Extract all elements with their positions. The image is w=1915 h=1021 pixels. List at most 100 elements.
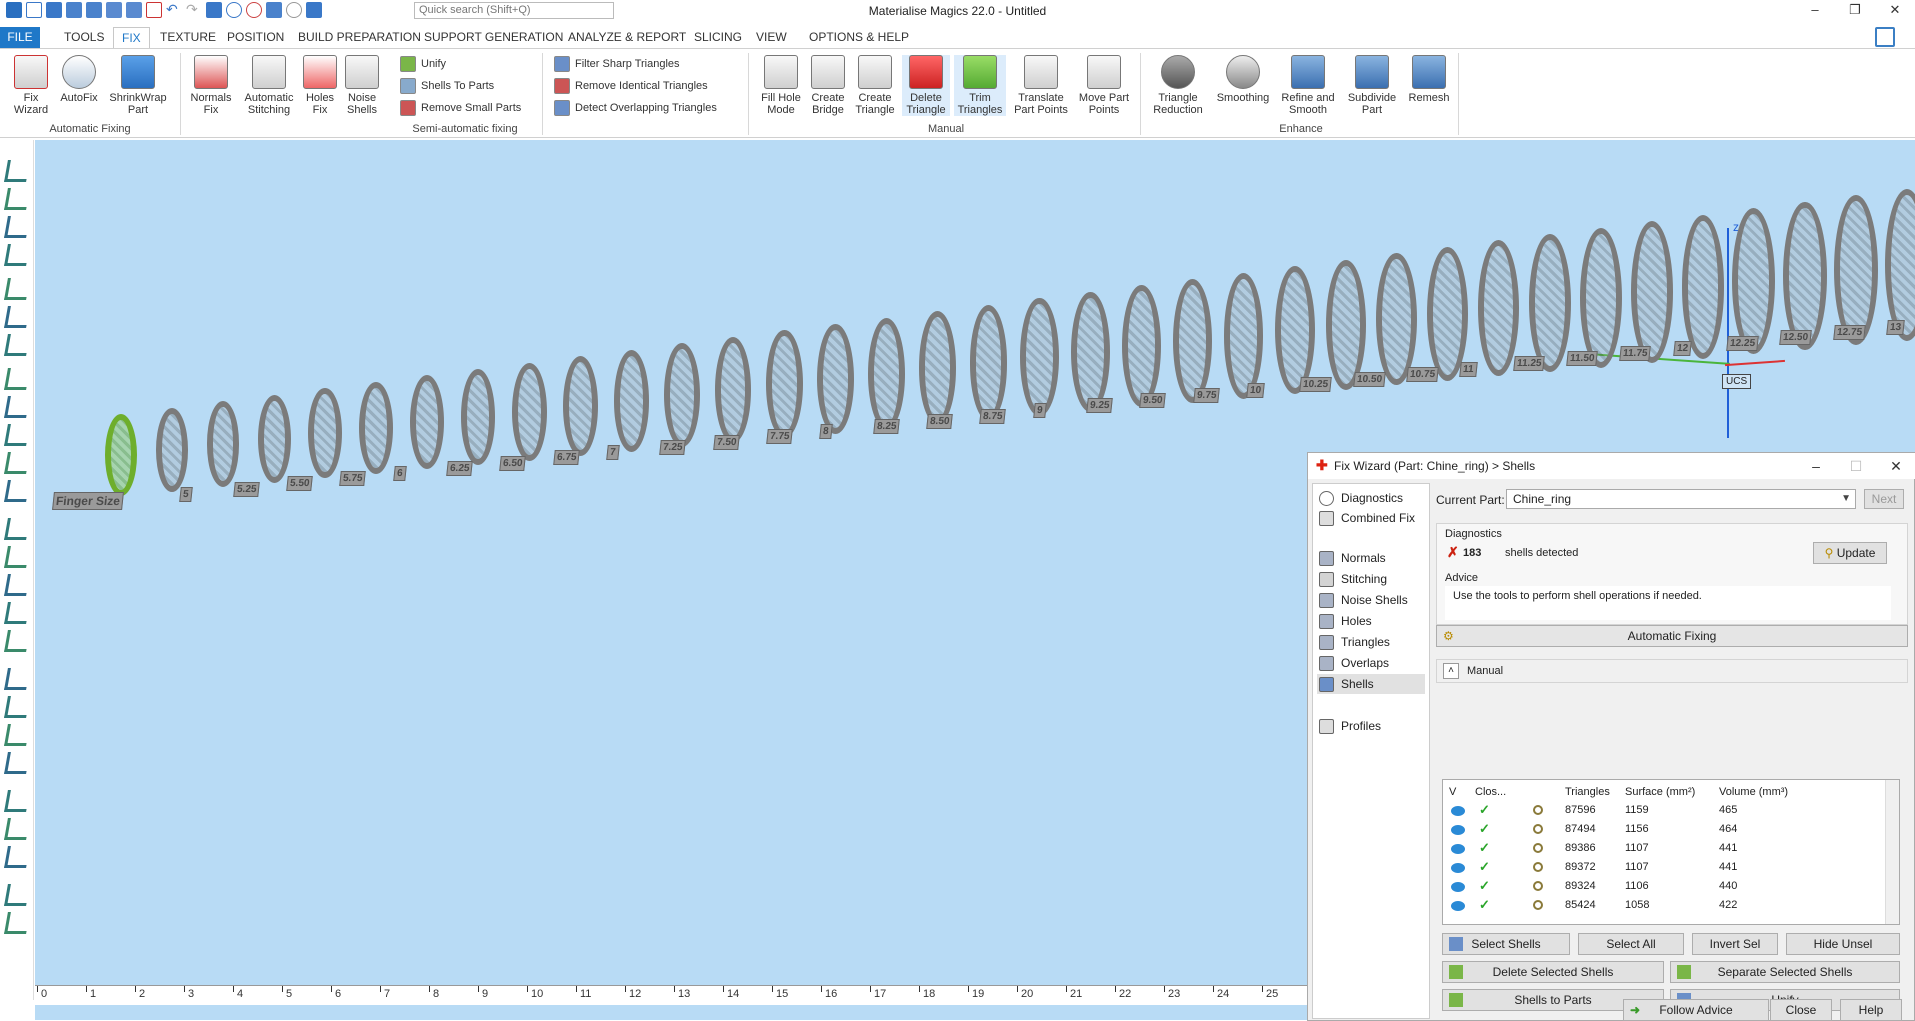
left-tool-icon[interactable]: [4, 724, 30, 746]
ring-part[interactable]: [1579, 227, 1622, 368]
table-scrollbar[interactable]: [1885, 780, 1899, 924]
left-tool-icon[interactable]: [4, 884, 30, 906]
ring-part[interactable]: [1885, 189, 1915, 341]
view-icon[interactable]: [306, 2, 322, 18]
ring-part[interactable]: [1681, 214, 1725, 359]
ring-part[interactable]: [155, 407, 189, 492]
nav-profiles[interactable]: Profiles: [1317, 716, 1425, 736]
ring-part[interactable]: [766, 330, 803, 439]
left-tool-icon[interactable]: [4, 546, 30, 568]
col-visible-header[interactable]: V: [1449, 786, 1456, 798]
tab-fix[interactable]: FIX: [113, 27, 150, 48]
quick-search-input[interactable]: Quick search (Shift+Q): [414, 2, 614, 19]
minimize-button[interactable]: –: [1795, 0, 1835, 20]
tab-build-preparation[interactable]: BUILD PREPARATION: [290, 27, 429, 48]
left-tool-icon[interactable]: [4, 424, 30, 446]
left-tool-icon[interactable]: [4, 602, 30, 624]
nav-noise-shells[interactable]: Noise Shells: [1317, 590, 1425, 610]
left-tool-icon[interactable]: [4, 668, 30, 690]
nav-diagnostics[interactable]: Diagnostics: [1317, 488, 1425, 508]
left-tool-icon[interactable]: [4, 752, 30, 774]
delete-triangle-button[interactable]: Delete Triangle: [902, 55, 950, 116]
select-mode-icon[interactable]: [206, 2, 222, 18]
ring-part[interactable]: [257, 394, 291, 483]
ring-part[interactable]: [410, 375, 445, 470]
left-tool-icon[interactable]: [4, 396, 30, 418]
zoom-to-shell-icon[interactable]: [1533, 900, 1543, 910]
ring-part[interactable]: [1325, 259, 1366, 390]
update-button[interactable]: ⚲ Update: [1813, 542, 1887, 564]
separate-selected-shells-button[interactable]: Separate Selected Shells: [1670, 961, 1900, 983]
delete-selected-shells-button[interactable]: Delete Selected Shells: [1442, 961, 1664, 983]
ring-part[interactable]: [817, 324, 854, 434]
filter-sharp-triangles-button[interactable]: Filter Sharp Triangles: [554, 55, 680, 73]
left-tool-icon[interactable]: [4, 368, 30, 390]
nav-overlaps[interactable]: Overlaps: [1317, 653, 1425, 673]
dialog-minimize-button[interactable]: –: [1796, 453, 1836, 479]
restore-button[interactable]: ❐: [1835, 0, 1875, 20]
ring-part[interactable]: [511, 362, 547, 461]
eye-icon[interactable]: [1451, 806, 1465, 816]
ring-part[interactable]: [1478, 240, 1520, 377]
ring-part[interactable]: [1630, 221, 1673, 364]
create-bridge-button[interactable]: Create Bridge: [806, 55, 850, 116]
eye-icon[interactable]: [1451, 863, 1465, 873]
import-part-icon[interactable]: [106, 2, 122, 18]
undo-icon[interactable]: ↶: [166, 2, 182, 18]
ring-part[interactable]: [613, 349, 649, 452]
left-tool-icon[interactable]: [4, 846, 30, 868]
ring-part[interactable]: [1020, 298, 1059, 417]
tab-support-generation[interactable]: SUPPORT GENERATION: [416, 27, 571, 48]
ring-part[interactable]: [1274, 266, 1315, 395]
ring-part[interactable]: [562, 356, 598, 457]
unify-small-button[interactable]: Unify: [400, 55, 446, 73]
ring-part[interactable]: [918, 311, 957, 426]
tab-position[interactable]: POSITION: [219, 27, 292, 48]
left-tool-icon[interactable]: [4, 244, 30, 266]
triangle-reduction-button[interactable]: Triangle Reduction: [1148, 55, 1208, 116]
ring-part[interactable]: [1173, 279, 1213, 403]
fill-hole-mode-button[interactable]: Fill Hole Mode: [756, 55, 806, 116]
left-tool-icon[interactable]: [4, 334, 30, 356]
ring-part[interactable]: [1122, 285, 1161, 408]
select-shells-button[interactable]: Select Shells: [1442, 933, 1570, 955]
ring-part-selected[interactable]: [105, 414, 137, 496]
col-closed-header[interactable]: Clos...: [1475, 786, 1506, 798]
follow-advice-button[interactable]: ➜ Follow Advice: [1623, 999, 1769, 1021]
layout-icon[interactable]: [1875, 27, 1895, 47]
left-tool-icon[interactable]: [4, 480, 30, 502]
nav-holes[interactable]: Holes: [1317, 611, 1425, 631]
left-tool-icon[interactable]: [4, 518, 30, 540]
nav-stitching[interactable]: Stitching: [1317, 569, 1425, 589]
save-part-icon[interactable]: [126, 2, 142, 18]
tab-view[interactable]: VIEW: [748, 27, 795, 48]
ring-part[interactable]: [1732, 208, 1776, 355]
col-surface-header[interactable]: Surface (mm²): [1625, 786, 1695, 798]
zoom-to-shell-icon[interactable]: [1533, 805, 1543, 815]
nav-triangles[interactable]: Triangles: [1317, 632, 1425, 652]
subdivide-part-button[interactable]: Subdivide Part: [1342, 55, 1402, 116]
zoom-to-shell-icon[interactable]: [1533, 824, 1543, 834]
nav-shells[interactable]: Shells: [1317, 674, 1425, 694]
ring-part[interactable]: [1071, 291, 1110, 412]
detect-overlapping-triangles-button[interactable]: Detect Overlapping Triangles: [554, 99, 717, 117]
left-tool-icon[interactable]: [4, 818, 30, 840]
new-file-icon[interactable]: [26, 2, 42, 18]
invert-sel-button[interactable]: Invert Sel: [1692, 933, 1778, 955]
current-part-select[interactable]: Chine_ring ▼: [1506, 489, 1856, 509]
left-tool-icon[interactable]: [4, 188, 30, 210]
next-button[interactable]: Next: [1864, 489, 1904, 509]
zoom-icon[interactable]: [226, 2, 242, 18]
remove-small-parts-button[interactable]: Remove Small Parts: [400, 99, 521, 117]
nav-combined-fix[interactable]: Combined Fix: [1317, 508, 1425, 528]
left-tool-icon[interactable]: [4, 306, 30, 328]
tab-analyze-report[interactable]: ANALYZE & REPORT: [560, 27, 694, 48]
fix-wizard-button[interactable]: Fix Wizard: [8, 55, 54, 116]
select-all-button[interactable]: Select All: [1578, 933, 1684, 955]
measure-icon[interactable]: [266, 2, 282, 18]
col-triangles-header[interactable]: Triangles: [1565, 786, 1610, 798]
left-tool-icon[interactable]: [4, 278, 30, 300]
eye-icon[interactable]: [1451, 825, 1465, 835]
ring-part[interactable]: [1427, 246, 1469, 381]
eye-icon[interactable]: [1451, 844, 1465, 854]
